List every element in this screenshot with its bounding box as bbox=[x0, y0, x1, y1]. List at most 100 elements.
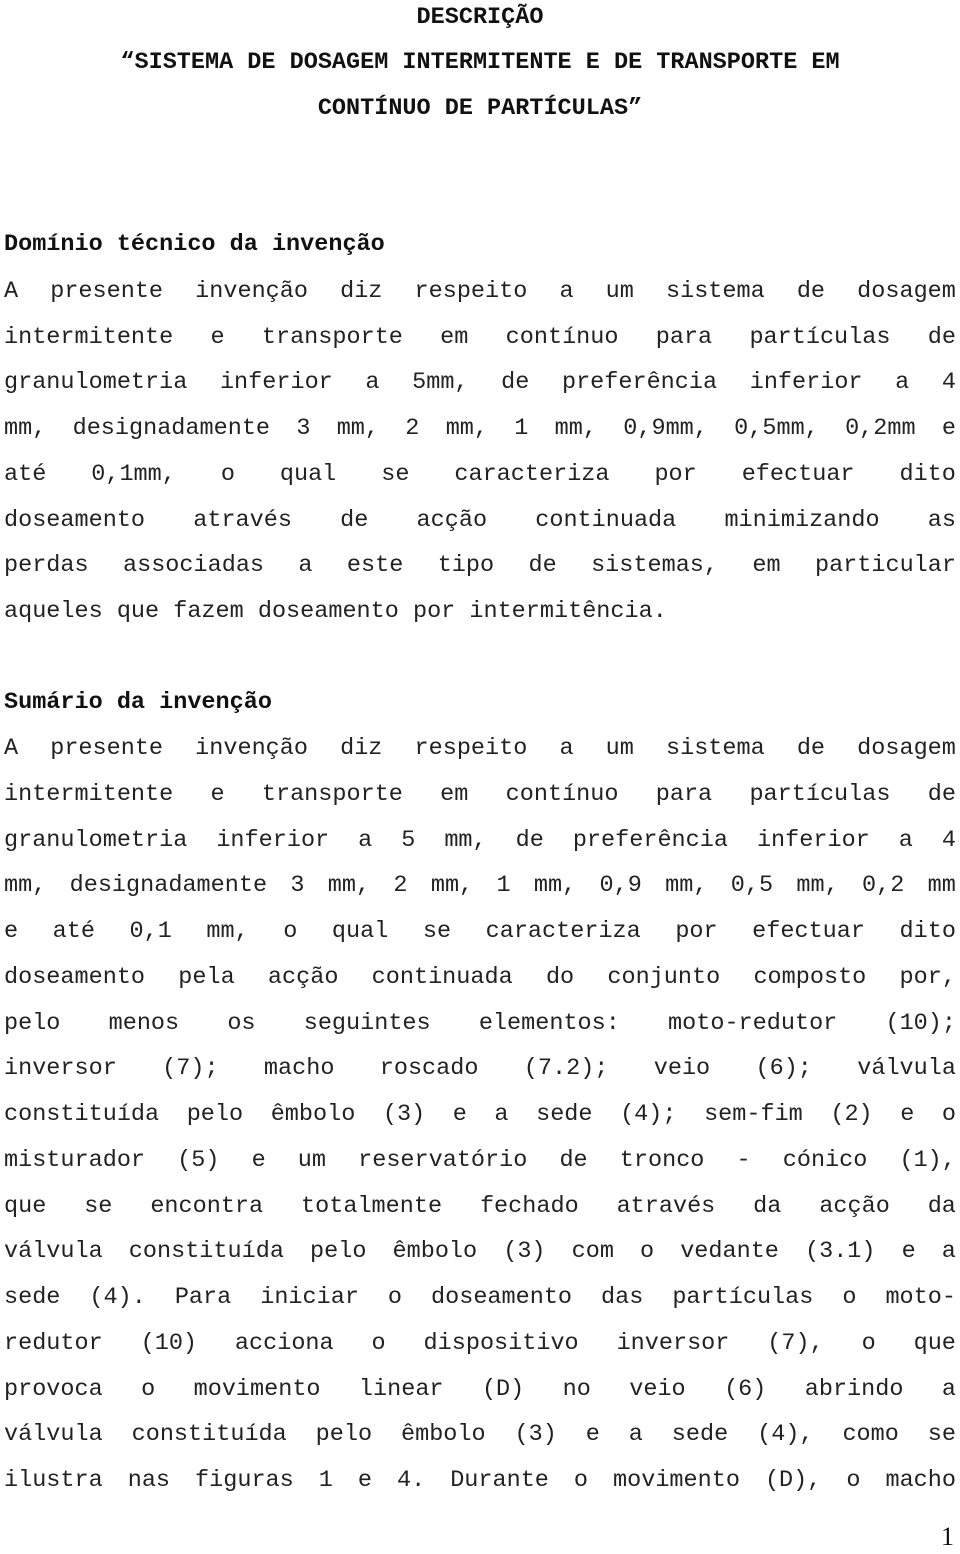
word: 1 bbox=[318, 1467, 333, 1494]
word: em bbox=[440, 780, 469, 808]
word: inferior bbox=[216, 826, 330, 854]
word: mm, bbox=[430, 872, 474, 900]
word: transporte bbox=[261, 323, 403, 351]
word: de bbox=[927, 323, 956, 351]
word: de bbox=[501, 369, 530, 397]
word: (1), bbox=[899, 1146, 956, 1174]
word: e bbox=[210, 323, 225, 351]
word: mm bbox=[927, 872, 956, 900]
word: (4). bbox=[89, 1284, 146, 1311]
word: 4 bbox=[941, 826, 956, 854]
word: o bbox=[283, 918, 298, 945]
word: acção bbox=[819, 1192, 890, 1220]
word: em bbox=[752, 552, 781, 580]
word: (10); bbox=[885, 1009, 956, 1037]
word: êmbolo bbox=[392, 1238, 478, 1266]
word: contínuo bbox=[505, 323, 619, 351]
word: designadamente bbox=[69, 872, 268, 900]
body-text-line: até 0,1mm, o qual se caracteriza por efectuar di… bbox=[4, 460, 956, 490]
word: 0,9mm, bbox=[623, 415, 708, 443]
word: pelo bbox=[186, 1101, 244, 1128]
word: de bbox=[528, 552, 557, 580]
word: de bbox=[515, 826, 544, 854]
body-text-line: aqueles que fazem doseamento por intermi… bbox=[4, 597, 667, 625]
document-title-line-2: CONTÍNUO DE PARTÍCULAS” bbox=[317, 95, 643, 122]
word: 4 bbox=[941, 369, 956, 397]
word: Para bbox=[174, 1284, 232, 1311]
word: inversor bbox=[4, 1055, 117, 1083]
word: transporte bbox=[261, 780, 403, 808]
word: sede bbox=[536, 1101, 593, 1128]
word: dito bbox=[899, 918, 956, 945]
word: 0,9 bbox=[599, 872, 642, 900]
word: (3) bbox=[382, 1101, 426, 1128]
word: a bbox=[941, 1238, 956, 1266]
word: tronco bbox=[619, 1146, 705, 1174]
word: mm, bbox=[445, 415, 488, 443]
word: presente bbox=[50, 735, 164, 762]
word: o bbox=[941, 1101, 956, 1128]
word: válvula bbox=[857, 1055, 956, 1083]
word: (10) bbox=[140, 1329, 198, 1357]
word: e bbox=[210, 780, 225, 808]
word: conjunto bbox=[607, 963, 721, 991]
word: moto- bbox=[885, 1284, 956, 1311]
word: inversor bbox=[616, 1329, 730, 1357]
word: por bbox=[654, 460, 697, 488]
word: moto-redutor bbox=[668, 1009, 838, 1037]
word: 0,5mm, bbox=[734, 415, 819, 443]
word: (6) bbox=[724, 1375, 767, 1403]
body-text-line: constituída pelo êmbolo (3) e a sede (4); sem-fi… bbox=[4, 1100, 956, 1130]
word: inferior bbox=[749, 369, 863, 397]
word: a bbox=[898, 826, 913, 854]
word: intermitente bbox=[4, 780, 174, 808]
word: o bbox=[861, 1329, 876, 1357]
word: dispositivo bbox=[423, 1329, 579, 1357]
word: elementos: bbox=[478, 1009, 620, 1037]
word: movimento bbox=[613, 1467, 740, 1494]
word: granulometria bbox=[4, 369, 188, 397]
word: efectuar bbox=[741, 460, 855, 488]
word: o bbox=[846, 1467, 861, 1494]
word: da bbox=[927, 1192, 956, 1220]
body-text-line: granulometriainferiora5mm,depreferênciai… bbox=[4, 826, 956, 856]
word: granulometria bbox=[4, 826, 188, 854]
word: 2 bbox=[393, 872, 408, 900]
word: de bbox=[927, 780, 956, 808]
body-text-line: Apresente invenção diz respeito a um sistema de… bbox=[4, 734, 956, 764]
word: de bbox=[340, 506, 369, 534]
word: válvula bbox=[4, 1238, 103, 1266]
word: a bbox=[559, 735, 574, 762]
section-heading: Sumário da invenção bbox=[4, 689, 272, 716]
word: e bbox=[357, 1467, 372, 1494]
document-label: DESCRIÇÃO bbox=[416, 4, 544, 31]
word: inferior bbox=[219, 369, 333, 397]
word: A bbox=[4, 735, 19, 762]
word: (D) bbox=[481, 1375, 525, 1403]
word: doseamento bbox=[4, 963, 146, 991]
word: efectuar bbox=[752, 918, 865, 945]
word: provoca bbox=[4, 1375, 103, 1403]
word: por, bbox=[899, 963, 956, 991]
word: invenção bbox=[195, 278, 308, 305]
word: se bbox=[927, 1421, 956, 1449]
word: do bbox=[545, 963, 575, 991]
word: o bbox=[141, 1375, 156, 1403]
word: (5) bbox=[177, 1146, 220, 1174]
word: preferência bbox=[572, 826, 728, 854]
word: associadas bbox=[123, 552, 265, 580]
word: até bbox=[4, 460, 47, 488]
word: composto bbox=[753, 963, 867, 991]
word: cónico bbox=[782, 1146, 868, 1174]
word: (7), bbox=[767, 1329, 824, 1357]
word: êmbolo bbox=[270, 1101, 356, 1128]
word: particular bbox=[814, 552, 956, 580]
word: pelo bbox=[315, 1421, 373, 1449]
word: menos bbox=[108, 1009, 180, 1037]
word: no bbox=[562, 1375, 591, 1403]
body-text-line: granulometriainferiora5mm,depreferênciai… bbox=[4, 368, 956, 398]
word: de bbox=[796, 735, 826, 762]
word: continuada bbox=[535, 506, 677, 534]
word: partículas bbox=[672, 1284, 814, 1311]
word: doseamento bbox=[431, 1284, 573, 1311]
